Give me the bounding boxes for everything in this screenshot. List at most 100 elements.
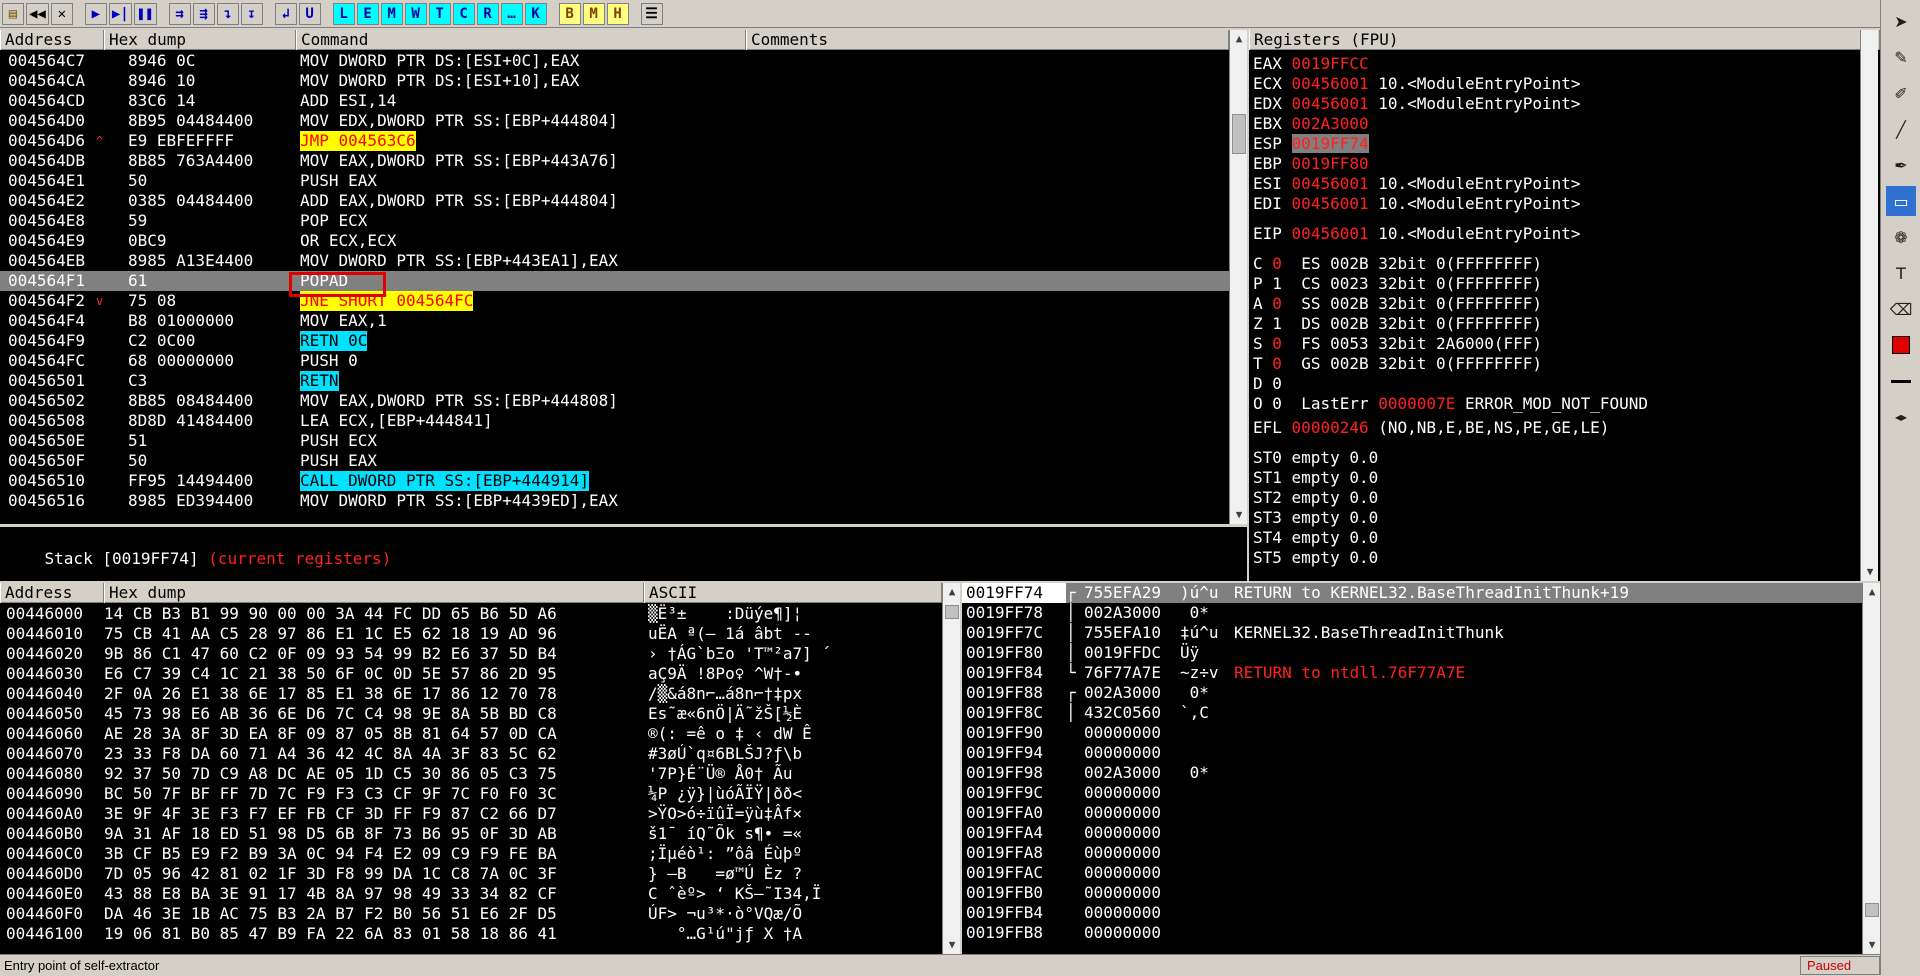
dump-column-hex[interactable]: Hex dump bbox=[104, 583, 644, 603]
register-ebx[interactable]: EBX 002A3000 bbox=[1253, 114, 1853, 134]
register-value[interactable]: 0019FFCC bbox=[1292, 54, 1369, 73]
dump-row[interactable]: 00446080 92 37 50 7D C9 A8 DC AE 05 1D C5… bbox=[0, 764, 942, 784]
register-edx[interactable]: EDX 00456001 10.<ModuleEntryPoint> bbox=[1253, 94, 1853, 114]
memory-map-window-button[interactable]: M bbox=[582, 2, 605, 25]
column-command[interactable]: Command bbox=[296, 30, 746, 50]
disasm-row[interactable]: 004564E9 0BC9 OR ECX,ECX bbox=[0, 231, 1229, 251]
register-value[interactable]: 00456001 bbox=[1292, 194, 1369, 213]
register-value[interactable]: 0019FF80 bbox=[1292, 154, 1369, 173]
line-width-icon[interactable] bbox=[1886, 366, 1916, 396]
disasm-row[interactable]: 004564D0 8B95 04484400 MOV EDX,DWORD PTR S… bbox=[0, 111, 1229, 131]
fpu-register[interactable]: ST5 empty 0.0 bbox=[1253, 548, 1853, 568]
dump-row[interactable]: 004460A0 3E 9F 4F 3E F3 F7 EF FB CF 3D FF… bbox=[0, 804, 942, 824]
pen-icon[interactable]: ✎ bbox=[1886, 42, 1916, 72]
register-esp[interactable]: ESP 0019FF74 bbox=[1253, 134, 1853, 154]
flag-row[interactable]: S 0 FS 0053 32bit 2A6000(FFF) bbox=[1253, 334, 1853, 354]
call-stack-window-button[interactable]: K bbox=[524, 2, 547, 25]
disasm-row[interactable]: 004564F4 B8 01000000 MOV EAX,1 bbox=[0, 311, 1229, 331]
register-value[interactable]: 00456001 bbox=[1292, 74, 1369, 93]
stack-scrollbar[interactable]: ▲ ▼ bbox=[1862, 583, 1880, 954]
disasm-row[interactable]: 004564C7 8946 0C MOV DWORD PTR DS:[ESI+0C]… bbox=[0, 51, 1229, 71]
disasm-row[interactable]: 004564CA 8946 10 MOV DWORD PTR DS:[ESI+10]… bbox=[0, 71, 1229, 91]
register-esi[interactable]: ESI 00456001 10.<ModuleEntryPoint> bbox=[1253, 174, 1853, 194]
disasm-row[interactable]: 004564EB 8985 A13E4400 MOV DWORD PTR SS:[E… bbox=[0, 251, 1229, 271]
stack-row[interactable]: 0019FF7C │ 755EFA10 ‡ú^u KERNEL32.BaseThread… bbox=[962, 623, 1862, 643]
step-into-icon[interactable]: ↴ bbox=[216, 2, 239, 25]
dump-row[interactable]: 00446100 19 06 81 B0 85 47 B9 FA 22 6A 83… bbox=[0, 924, 942, 944]
column-address[interactable]: Address bbox=[0, 30, 104, 50]
dump-row[interactable]: 00446070 23 33 F8 DA 60 71 A4 36 42 4C 8A… bbox=[0, 744, 942, 764]
scroll-down-icon[interactable]: ▼ bbox=[1230, 506, 1247, 524]
scroll-down-icon[interactable]: ▼ bbox=[943, 936, 960, 954]
rectangle-icon[interactable]: ▭ bbox=[1886, 186, 1916, 216]
disasm-row[interactable]: 00456508 8D8D 41484400 LEA ECX,[EBP+444841… bbox=[0, 411, 1229, 431]
registers-pane[interactable]: Registers (FPU) EAX 0019FFCC ECX 0045600… bbox=[1249, 30, 1880, 581]
scroll-thumb[interactable] bbox=[1865, 903, 1879, 917]
cpu-window-button[interactable]: C bbox=[452, 2, 475, 25]
text-icon[interactable]: T bbox=[1886, 258, 1916, 288]
register-value[interactable]: 002A3000 bbox=[1292, 114, 1369, 133]
scroll-thumb[interactable] bbox=[945, 605, 959, 619]
memory-dump-pane[interactable]: Address Hex dump ASCII 00446000 14 CB B3 … bbox=[0, 583, 960, 954]
stack-row[interactable]: 0019FF78 │ 002A3000 0* bbox=[962, 603, 1862, 623]
flag-row[interactable]: D 0 bbox=[1253, 374, 1853, 394]
disasm-row[interactable]: 00456501 C3 RETN bbox=[0, 371, 1229, 391]
execute-till-return-icon[interactable]: ↲ bbox=[274, 2, 297, 25]
rewind-icon[interactable]: ◀◀ bbox=[26, 2, 49, 25]
stack-row[interactable]: 0019FFB8 00000000 bbox=[962, 923, 1862, 943]
run-icon[interactable]: ▶ bbox=[84, 2, 107, 25]
registers-title[interactable]: Registers (FPU) bbox=[1249, 30, 1880, 50]
stack-row[interactable]: 0019FFA8 00000000 bbox=[962, 843, 1862, 863]
column-hex-dump[interactable]: Hex dump bbox=[104, 30, 296, 50]
stack-row[interactable]: 0019FFB4 00000000 bbox=[962, 903, 1862, 923]
scroll-down-icon[interactable]: ▼ bbox=[1861, 563, 1879, 581]
registers-scrollbar[interactable]: ▼ bbox=[1860, 30, 1878, 581]
pause-icon[interactable]: ❚❚ bbox=[133, 2, 157, 25]
fpu-register[interactable]: ST4 empty 0.0 bbox=[1253, 528, 1853, 548]
references-window-button[interactable]: R bbox=[476, 2, 499, 25]
dump-row[interactable]: 004460B0 9A 31 AF 18 ED 51 98 D5 6B 8F 73… bbox=[0, 824, 942, 844]
scroll-up-icon[interactable]: ▲ bbox=[1230, 30, 1247, 48]
disasm-row[interactable]: 0045650E 51 PUSH ECX bbox=[0, 431, 1229, 451]
line-icon[interactable]: ╱ bbox=[1886, 114, 1916, 144]
lasterr-value[interactable]: 0000007E bbox=[1378, 394, 1455, 413]
flag-row[interactable]: T 0 GS 002B 32bit 0(FFFFFFFF) bbox=[1253, 354, 1853, 374]
disasm-row[interactable]: 004564F2 v 75 08 JNE SHORT 004564FC bbox=[0, 291, 1229, 311]
threads-window-button[interactable]: T bbox=[428, 2, 451, 25]
flag-value[interactable]: 1 bbox=[1272, 274, 1282, 293]
flag-row[interactable]: A 0 SS 002B 32bit 0(FFFFFFFF) bbox=[1253, 294, 1853, 314]
register-eax[interactable]: EAX 0019FFCC bbox=[1253, 54, 1853, 74]
stack-row[interactable]: 0019FF94 00000000 bbox=[962, 743, 1862, 763]
trace-into-icon[interactable]: ⇉ bbox=[168, 2, 191, 25]
register-value[interactable]: 00456001 bbox=[1292, 224, 1369, 243]
stack-row[interactable]: 0019FF8C │ 432C0560 `,C bbox=[962, 703, 1862, 723]
flag-row[interactable]: O 0 LastErr 0000007E ERROR_MOD_NOT_FOUND bbox=[1253, 394, 1853, 414]
disasm-row[interactable]: 004564CD 83C6 14 ADD ESI,14 bbox=[0, 91, 1229, 111]
column-comments[interactable]: Comments bbox=[746, 30, 1229, 50]
dump-scrollbar[interactable]: ▲ ▼ bbox=[942, 583, 960, 954]
efl-value[interactable]: 00000246 bbox=[1292, 418, 1369, 437]
scroll-down-icon[interactable]: ▼ bbox=[1863, 936, 1880, 954]
register-value[interactable]: 00456001 bbox=[1292, 94, 1369, 113]
stack-row[interactable]: 0019FFB0 00000000 bbox=[962, 883, 1862, 903]
dump-column-ascii[interactable]: ASCII bbox=[644, 583, 942, 603]
stack-row[interactable]: 0019FF9C 00000000 bbox=[962, 783, 1862, 803]
stack-row[interactable]: 0019FF88 ┌ 002A3000 0* bbox=[962, 683, 1862, 703]
trace-over-icon[interactable]: ⇶ bbox=[192, 2, 215, 25]
flag-row[interactable]: C 0 ES 002B 32bit 0(FFFFFFFF) bbox=[1253, 254, 1853, 274]
scroll-up-icon[interactable]: ▲ bbox=[943, 583, 960, 601]
disasm-row[interactable]: 00456502 8B85 08484400 MOV EAX,DWORD PTR S… bbox=[0, 391, 1229, 411]
register-eip[interactable]: EIP 00456001 10.<ModuleEntryPoint> bbox=[1253, 224, 1853, 244]
brush-icon[interactable]: ✒ bbox=[1886, 150, 1916, 180]
stack-row[interactable]: 0019FFAC 00000000 bbox=[962, 863, 1862, 883]
stack-row[interactable]: 0019FF74 ┌ 755EFA29)ú^u RETURN to KERNEL32.… bbox=[962, 583, 1862, 603]
close-icon[interactable]: ✕ bbox=[50, 2, 73, 25]
disasm-row[interactable]: 004564E1 50 PUSH EAX bbox=[0, 171, 1229, 191]
stack-row[interactable]: 0019FF98 002A3000 0* bbox=[962, 763, 1862, 783]
disasm-row[interactable]: 004564DB 8B85 763A4400 MOV EAX,DWORD PTR S… bbox=[0, 151, 1229, 171]
register-edi[interactable]: EDI 00456001 10.<ModuleEntryPoint> bbox=[1253, 194, 1853, 214]
cursor-icon[interactable]: ➤ bbox=[1886, 6, 1916, 36]
dump-row[interactable]: 004460C0 3B CF B5 E9 F2 B9 3A 0C 94 F4 E2… bbox=[0, 844, 942, 864]
dump-row[interactable]: 00446050 45 73 98 E6 AB 36 6E D6 7C C4 98… bbox=[0, 704, 942, 724]
memory-window-button[interactable]: M bbox=[380, 2, 403, 25]
